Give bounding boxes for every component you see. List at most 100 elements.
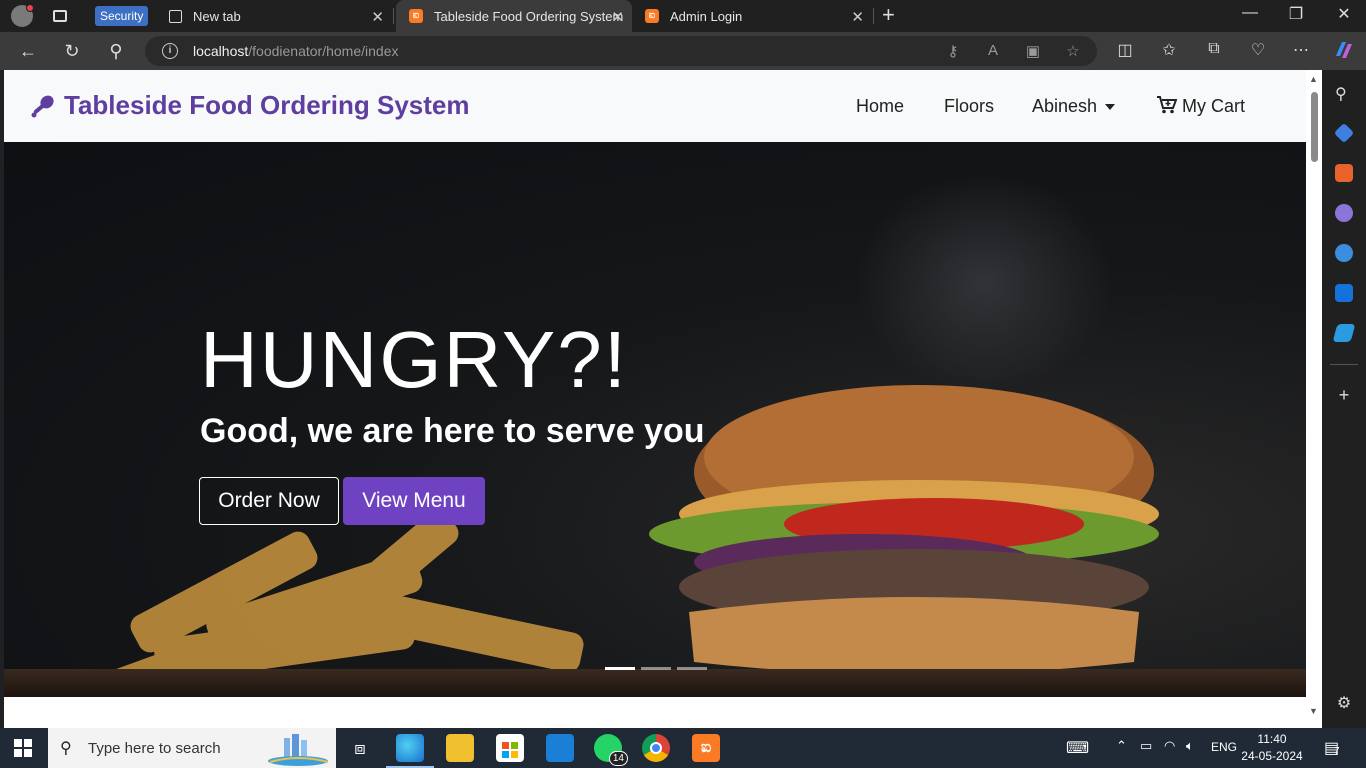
file-explorer-icon[interactable]: [446, 734, 474, 762]
site-info-icon[interactable]: i: [162, 43, 178, 59]
browser-tab-strip: Security New tab ✕ ಐ Tableside Food Orde…: [0, 0, 1366, 32]
caret-down-icon: [1105, 104, 1116, 111]
copilot-icon[interactable]: [1332, 38, 1354, 67]
performance-icon[interactable]: ♡: [1247, 40, 1269, 60]
page-scrollbar[interactable]: ▲ ▼: [1306, 70, 1322, 728]
wifi-icon[interactable]: ◠: [1164, 738, 1175, 754]
clock-time: 11:40: [1257, 732, 1287, 746]
notifications-icon[interactable]: ▤ 7: [1324, 738, 1340, 758]
minimize-icon[interactable]: —: [1238, 4, 1262, 22]
cart-label: My Cart: [1182, 96, 1246, 116]
new-tab-icon: [167, 8, 183, 24]
address-bar[interactable]: i localhost/foodienator/home/index ⚷ A ▣…: [145, 36, 1097, 66]
settings-gear-icon[interactable]: ⚙: [1335, 695, 1353, 713]
nav-home[interactable]: Home: [856, 96, 904, 117]
profile-avatar-icon: [11, 4, 34, 27]
hero-carousel: HUNGRY?! Good, we are here to serve you …: [4, 142, 1307, 697]
hero-subtitle: Good, we are here to serve you: [200, 412, 705, 450]
send-icon[interactable]: [1332, 324, 1356, 342]
task-view-icon[interactable]: ⧈: [346, 734, 374, 762]
refresh-icon[interactable]: ↻: [60, 39, 84, 63]
hero-title: HUNGRY?!: [200, 315, 628, 404]
whatsapp-icon[interactable]: 14: [594, 734, 628, 766]
keyboard-icon[interactable]: ⌨: [1066, 738, 1089, 758]
outlook-icon[interactable]: [1335, 284, 1353, 302]
tab-actions-button[interactable]: [48, 4, 72, 28]
browser-toolbar: ← ↻ ⚲ i localhost/foodienator/home/index…: [0, 32, 1366, 70]
scrollbar-thumb[interactable]: [1311, 92, 1318, 162]
read-aloud-icon[interactable]: A: [983, 42, 1003, 59]
scroll-down-icon[interactable]: ▼: [1309, 706, 1318, 716]
copilot-sidebar-icon[interactable]: [1335, 244, 1353, 262]
tab-actions-icon: [53, 10, 67, 22]
edge-taskbar-icon[interactable]: [396, 734, 424, 762]
add-icon[interactable]: +: [1335, 386, 1353, 404]
search-icon[interactable]: ⚲: [104, 39, 128, 63]
tab-title: Tableside Food Ordering System: [434, 8, 624, 24]
view-menu-button[interactable]: View Menu: [343, 477, 485, 525]
battery-icon[interactable]: ▭: [1140, 738, 1152, 754]
shopping-tag-icon[interactable]: [1333, 122, 1355, 144]
language-indicator[interactable]: ENG: [1211, 740, 1237, 754]
search-placeholder: Type here to search: [88, 740, 221, 757]
carousel-indicator-3[interactable]: [677, 667, 707, 670]
xampp-icon: ಐ: [408, 8, 424, 24]
close-tab-icon[interactable]: ✕: [851, 8, 864, 26]
search-icon: ⚲: [60, 740, 72, 757]
url-text[interactable]: localhost/foodienator/home/index: [193, 43, 398, 59]
user-name: Abinesh: [1032, 96, 1098, 116]
favorite-star-icon[interactable]: ☆: [1063, 42, 1083, 60]
back-arrow-icon[interactable]: ←: [16, 39, 40, 63]
close-window-icon[interactable]: ✕: [1332, 4, 1356, 24]
clock-date: 24-05-2024: [1241, 749, 1303, 763]
page-viewport: Tableside Food Ordering System Home Floo…: [4, 70, 1322, 728]
volume-icon[interactable]: 🔈︎: [1186, 738, 1194, 754]
more-options-icon[interactable]: ⋯: [1290, 40, 1312, 60]
sidebar-search-icon[interactable]: ⚲: [1335, 84, 1353, 103]
close-tab-icon[interactable]: ✕: [611, 8, 624, 26]
xampp-icon: ಐ: [644, 8, 660, 24]
nav-cart[interactable]: My Cart: [1157, 96, 1245, 117]
games-icon[interactable]: [1335, 204, 1353, 222]
tab-new-tab[interactable]: New tab ✕: [162, 0, 392, 32]
show-hidden-icons-icon[interactable]: ⌃: [1116, 738, 1127, 754]
windows-taskbar: ⚲ Type here to search ⧈ 14 ಐ ⌨ ⌃ ▭ ◠ 🔈︎ …: [0, 728, 1366, 768]
site-brand[interactable]: Tableside Food Ordering System: [30, 90, 470, 121]
tools-icon[interactable]: [1335, 164, 1353, 182]
carousel-indicator-1[interactable]: [605, 667, 635, 670]
restore-icon[interactable]: ❐: [1284, 4, 1308, 24]
search-highlight-image: [268, 734, 329, 766]
scroll-up-icon[interactable]: ▲: [1309, 74, 1318, 84]
table-edge-decoration: [4, 669, 1307, 697]
key-icon[interactable]: ⚷: [943, 42, 963, 60]
tab-admin-login[interactable]: ಐ Admin Login ✕: [636, 0, 872, 32]
xampp-taskbar-icon[interactable]: ಐ: [692, 734, 720, 762]
app-available-icon[interactable]: ▣: [1023, 42, 1043, 60]
brand-name: Tableside Food Ordering System: [64, 90, 470, 120]
new-tab-button[interactable]: +: [882, 2, 895, 28]
edge-sidebar: ⚲ + ⚙: [1322, 70, 1366, 728]
drumstick-icon: [30, 93, 56, 119]
mail-icon[interactable]: [546, 734, 574, 762]
profile-button[interactable]: [10, 4, 34, 28]
split-screen-icon[interactable]: ◫: [1114, 40, 1136, 60]
notification-count: 7: [1334, 746, 1340, 757]
security-badge[interactable]: Security: [95, 6, 149, 26]
carousel-indicator-2[interactable]: [641, 667, 671, 670]
close-tab-icon[interactable]: ✕: [371, 8, 384, 26]
nav-user-dropdown[interactable]: Abinesh: [1032, 96, 1116, 117]
favorites-icon[interactable]: ✩: [1158, 40, 1180, 60]
tab-title: New tab: [193, 8, 241, 24]
tab-tableside[interactable]: ಐ Tableside Food Ordering System ✕: [396, 0, 632, 32]
tab-title: Admin Login: [670, 8, 743, 24]
whatsapp-badge: 14: [608, 751, 628, 766]
site-navbar: Tableside Food Ordering System Home Floo…: [4, 70, 1307, 142]
taskbar-search[interactable]: ⚲ Type here to search: [48, 728, 336, 768]
nav-floors[interactable]: Floors: [944, 96, 994, 117]
clock[interactable]: 11:40 24-05-2024: [1240, 731, 1304, 765]
order-now-button[interactable]: Order Now: [199, 477, 339, 525]
windows-start-icon[interactable]: [14, 739, 32, 757]
collections-icon[interactable]: ⧉: [1203, 40, 1225, 58]
chrome-icon[interactable]: [642, 734, 670, 762]
microsoft-store-icon[interactable]: [496, 734, 524, 762]
